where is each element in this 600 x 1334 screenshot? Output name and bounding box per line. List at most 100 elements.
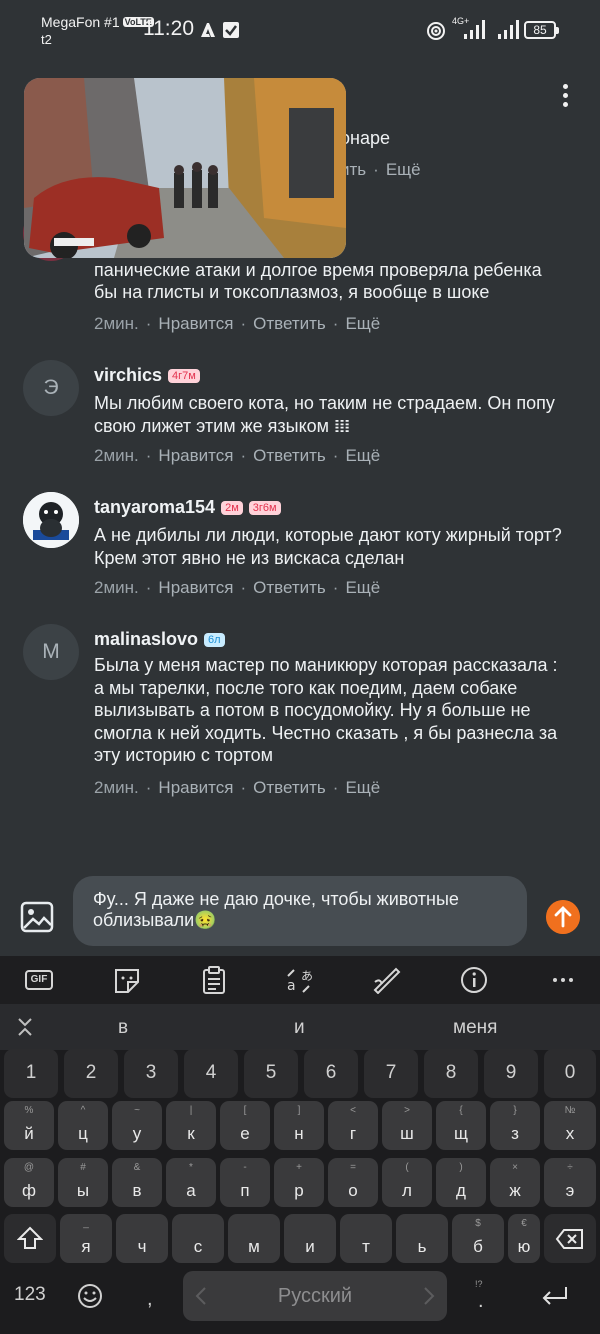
key-1[interactable]: 1 [4, 1049, 58, 1098]
suggestion-word[interactable]: в [118, 1017, 128, 1039]
key-ц[interactable]: ^ ц [58, 1101, 108, 1150]
key-с[interactable]: с [172, 1214, 224, 1263]
key-м[interactable]: м [228, 1214, 280, 1263]
more-button[interactable]: Ещё [345, 446, 380, 465]
comment-time: 2мин. [94, 578, 139, 597]
key-з[interactable]: } з [490, 1101, 540, 1150]
attach-image-icon[interactable] [20, 900, 54, 934]
info-icon[interactable] [459, 966, 489, 994]
key-ф[interactable]: @ ф [4, 1158, 54, 1207]
username[interactable]: malinaslovo [94, 629, 198, 650]
key-р[interactable]: + р [274, 1158, 324, 1207]
username[interactable]: virchics [94, 365, 162, 386]
key-в[interactable]: & в [112, 1158, 162, 1207]
send-button[interactable] [546, 900, 580, 934]
key-н[interactable]: ] н [274, 1101, 324, 1150]
key-5[interactable]: 5 [244, 1049, 298, 1098]
partial-comment-top-actions: ить · Ещё [340, 160, 421, 179]
sticker-icon[interactable] [112, 966, 142, 994]
reply-input[interactable]: Фу... Я даже не даю дочке, чтобы животны… [73, 876, 527, 946]
like-button[interactable]: Нравится [158, 314, 233, 333]
reply-button[interactable]: Ответить [253, 578, 326, 597]
key-ь[interactable]: ь [396, 1214, 448, 1263]
key-и[interactable]: и [284, 1214, 336, 1263]
sim2-label: t2 [41, 32, 52, 47]
key-л[interactable]: (л [382, 1158, 432, 1207]
collapse-suggestions-icon[interactable] [14, 1016, 36, 1038]
gif-icon[interactable]: GIF [25, 970, 53, 990]
like-button[interactable]: Нравится [158, 778, 233, 797]
backspace-key[interactable] [544, 1214, 596, 1263]
key-х[interactable]: № х [544, 1101, 596, 1150]
more-menu-icon[interactable] [555, 84, 575, 108]
key-ж[interactable]: × ж [490, 1158, 540, 1207]
key-щ[interactable]: {щ [436, 1101, 486, 1150]
comma-key[interactable]: , [147, 1288, 153, 1311]
key-у[interactable]: ~ у [112, 1101, 162, 1150]
avatar-image [23, 492, 79, 548]
like-button[interactable]: Нравится [158, 578, 233, 597]
suggestion-word[interactable]: и [294, 1017, 305, 1039]
space-key[interactable]: Русский [183, 1271, 447, 1321]
emoji-icon[interactable] [76, 1282, 104, 1310]
key-о[interactable]: = о [328, 1158, 378, 1207]
comment-author[interactable]: tanyaroma154 2м 3г6м [94, 497, 281, 518]
avatar[interactable] [23, 492, 79, 548]
more-button[interactable]: Ещё [345, 578, 380, 597]
key-4[interactable]: 4 [184, 1049, 238, 1098]
username[interactable]: tanyaroma154 [94, 497, 215, 518]
clipboard-icon[interactable] [199, 966, 229, 994]
key-а[interactable]: * а [166, 1158, 216, 1207]
partial-comment-actions: 2мин. · Нравится · Ответить · Ещё [94, 314, 381, 333]
partial-more-link-top[interactable]: Ещё [386, 160, 421, 179]
key-г[interactable]: < г [328, 1101, 378, 1150]
handwriting-icon[interactable] [372, 966, 402, 994]
key-к[interactable]: | к [166, 1101, 216, 1150]
key-7[interactable]: 7 [364, 1049, 418, 1098]
key-ш[interactable]: > ш [382, 1101, 432, 1150]
age-badge: 2м [221, 500, 243, 515]
more-button[interactable]: Ещё [345, 314, 380, 333]
key-0[interactable]: 0 [544, 1049, 596, 1098]
comment-author[interactable]: malinaslovo 6л [94, 629, 225, 650]
period-key[interactable]: . [478, 1290, 484, 1313]
key-п[interactable]: -п [220, 1158, 270, 1207]
key-э[interactable]: ÷ э [544, 1158, 596, 1207]
comment-author[interactable]: virchics 4г7м [94, 365, 200, 386]
key-я[interactable]: _ я [60, 1214, 112, 1263]
key-ч[interactable]: ч [116, 1214, 168, 1263]
suggestion-word[interactable]: меня [453, 1017, 497, 1039]
partial-comment-header: онаре [340, 128, 390, 148]
key-9[interactable]: 9 [484, 1049, 538, 1098]
key-6[interactable]: 6 [304, 1049, 358, 1098]
reply-button[interactable]: Ответить [253, 446, 326, 465]
reply-button[interactable]: Ответить [253, 314, 326, 333]
checkbox-notification-icon [223, 22, 239, 38]
key-8[interactable]: 8 [424, 1049, 478, 1098]
key-ы[interactable]: # ы [58, 1158, 108, 1207]
comment-actions: 2мин. · Нравится · Ответить · Ещё [94, 778, 381, 797]
signal-icon-sim2 [498, 20, 519, 39]
key-б[interactable]: $ б [452, 1214, 504, 1263]
more-button[interactable]: Ещё [345, 778, 380, 797]
key-т[interactable]: т [340, 1214, 392, 1263]
key-е[interactable]: [е [220, 1101, 270, 1150]
translate-icon[interactable]: aあ [285, 966, 317, 994]
like-button[interactable]: Нравится [158, 446, 233, 465]
enter-icon[interactable] [540, 1284, 570, 1308]
age-badge: 4г7м [168, 368, 200, 383]
comment-time: 2мин. [94, 314, 139, 333]
video-pip-player[interactable] [24, 78, 346, 258]
key-й[interactable]: % й [4, 1101, 54, 1150]
key-д[interactable]: ) д [436, 1158, 486, 1207]
key-2[interactable]: 2 [64, 1049, 118, 1098]
shift-key[interactable] [4, 1214, 56, 1263]
key-ю[interactable]: € ю [508, 1214, 540, 1263]
more-icon[interactable] [548, 966, 578, 994]
keyboard-toolbar: GIF aあ [0, 956, 600, 1004]
key-3[interactable]: 3 [124, 1049, 178, 1098]
avatar[interactable]: М [23, 624, 79, 680]
avatar[interactable]: Э [23, 360, 79, 416]
symbols-key[interactable]: 123 [14, 1284, 46, 1306]
reply-button[interactable]: Ответить [253, 778, 326, 797]
